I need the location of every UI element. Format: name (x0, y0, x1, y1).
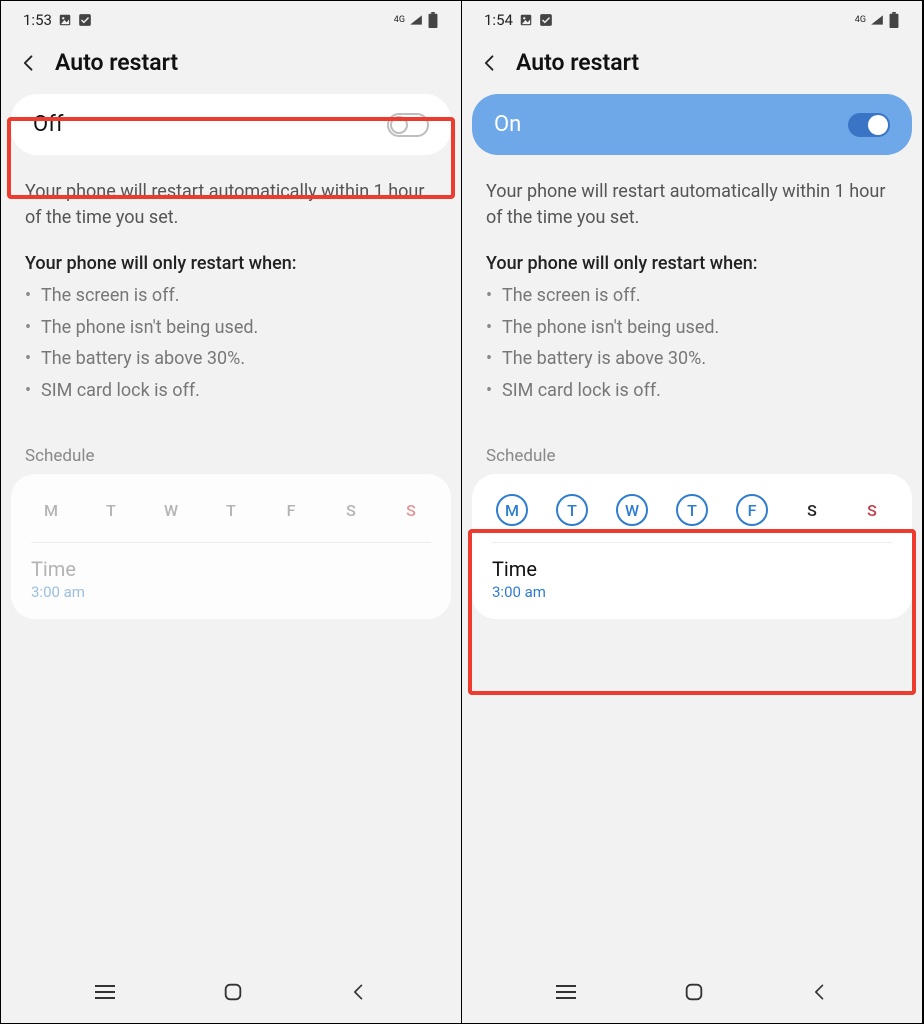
time-label: Time (31, 557, 431, 581)
days-row: M T W T F S S (492, 492, 892, 543)
signal-icon (409, 13, 423, 27)
condition-item: The battery is above 30%. (41, 343, 437, 375)
time-picker[interactable]: Time 3:00 am (492, 543, 892, 601)
conditions-title: Your phone will only restart when: (462, 231, 922, 280)
android-navbar (462, 965, 922, 1023)
picture-icon (519, 13, 533, 27)
home-button[interactable] (222, 981, 244, 1007)
nav-back-button[interactable] (810, 982, 830, 1006)
network-type: 4G (855, 16, 866, 25)
recents-button[interactable] (93, 983, 117, 1005)
day-thu[interactable]: T (215, 494, 247, 526)
page-title: Auto restart (55, 49, 178, 76)
status-bar: 1:53 4G (1, 1, 461, 39)
back-button[interactable] (478, 51, 502, 75)
restart-description: Your phone will restart automatically wi… (1, 155, 461, 231)
screen-left: 1:53 4G Auto restart Off Your phon (1, 1, 462, 1023)
condition-item: The phone isn't being used. (41, 312, 437, 344)
conditions-title: Your phone will only restart when: (1, 231, 461, 280)
toggle-switch[interactable] (848, 113, 890, 137)
status-bar: 1:54 4G (462, 1, 922, 39)
time-value: 3:00 am (31, 583, 431, 601)
day-sun[interactable]: S (856, 494, 888, 526)
master-toggle-row[interactable]: Off (11, 94, 451, 155)
day-fri[interactable]: F (736, 494, 768, 526)
back-button[interactable] (17, 51, 41, 75)
day-sat[interactable]: S (796, 494, 828, 526)
day-tue[interactable]: T (556, 494, 588, 526)
day-sat[interactable]: S (335, 494, 367, 526)
condition-item: The screen is off. (502, 280, 898, 312)
signal-icon (870, 13, 884, 27)
toggle-state-label: Off (33, 112, 63, 137)
header: Auto restart (462, 39, 922, 94)
condition-item: The battery is above 30%. (502, 343, 898, 375)
time-value: 3:00 am (492, 583, 892, 601)
condition-item: SIM card lock is off. (41, 375, 437, 407)
recents-button[interactable] (554, 983, 578, 1005)
schedule-card: M T W T F S S Time 3:00 am (472, 474, 912, 619)
toggle-state-label: On (494, 112, 521, 137)
day-mon[interactable]: M (496, 494, 528, 526)
header: Auto restart (1, 39, 461, 94)
picture-icon (58, 13, 72, 27)
time-picker[interactable]: Time 3:00 am (31, 543, 431, 601)
condition-item: SIM card lock is off. (502, 375, 898, 407)
condition-item: The phone isn't being used. (502, 312, 898, 344)
master-toggle-row[interactable]: On (472, 94, 912, 155)
nav-back-button[interactable] (349, 982, 369, 1006)
schedule-card: M T W T F S S Time 3:00 am (11, 474, 451, 619)
network-type: 4G (394, 16, 405, 25)
days-row: M T W T F S S (31, 492, 431, 543)
conditions-list: The screen is off. The phone isn't being… (462, 280, 922, 406)
home-button[interactable] (683, 981, 705, 1007)
day-fri[interactable]: F (275, 494, 307, 526)
battery-icon (427, 12, 439, 28)
day-sun[interactable]: S (395, 494, 427, 526)
status-time: 1:53 (23, 11, 52, 29)
time-label: Time (492, 557, 892, 581)
android-navbar (1, 965, 461, 1023)
day-wed[interactable]: W (155, 494, 187, 526)
check-icon (539, 13, 553, 27)
condition-item: The screen is off. (41, 280, 437, 312)
day-thu[interactable]: T (676, 494, 708, 526)
restart-description: Your phone will restart automatically wi… (462, 155, 922, 231)
check-icon (78, 13, 92, 27)
status-time: 1:54 (484, 11, 513, 29)
day-mon[interactable]: M (35, 494, 67, 526)
schedule-heading: Schedule (1, 406, 461, 474)
day-tue[interactable]: T (95, 494, 127, 526)
toggle-switch[interactable] (387, 113, 429, 137)
page-title: Auto restart (516, 49, 639, 76)
schedule-heading: Schedule (462, 406, 922, 474)
screen-right: 1:54 4G Auto restart On Your phone wi (462, 1, 923, 1023)
conditions-list: The screen is off. The phone isn't being… (1, 280, 461, 406)
battery-icon (888, 12, 900, 28)
day-wed[interactable]: W (616, 494, 648, 526)
